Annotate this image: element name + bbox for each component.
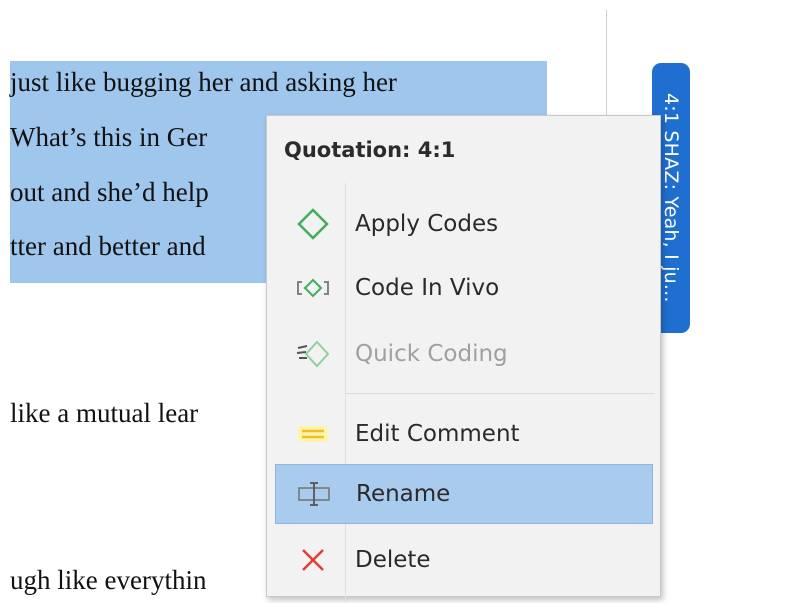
document-line: ugh like everythin bbox=[10, 565, 207, 595]
menu-item-label: Quick Coding bbox=[355, 341, 508, 367]
quotation-tab-label: 4:1 SHAZ: Yeah, I ju... bbox=[660, 93, 682, 303]
menu-item-rename[interactable]: Rename bbox=[275, 464, 653, 524]
document-line: just like bugging her and asking her bbox=[10, 67, 397, 97]
menu-item-label: Delete bbox=[355, 547, 431, 573]
menu-item-delete[interactable]: Delete bbox=[275, 530, 653, 590]
document-line: tter and better and bbox=[10, 231, 206, 261]
menu-item-label: Code In Vivo bbox=[355, 275, 500, 301]
menu-item-label: Rename bbox=[356, 481, 451, 507]
quotation-context-menu: Quotation: 4:1 Apply Codes Code In Vivo bbox=[266, 115, 661, 603]
delete-icon bbox=[285, 530, 341, 590]
menu-separator bbox=[345, 393, 655, 394]
menu-item-label: Apply Codes bbox=[355, 211, 499, 237]
code-in-vivo-icon bbox=[285, 258, 341, 318]
document-line: out and she’d help bbox=[10, 177, 209, 207]
document-line: like a mutual lear bbox=[10, 398, 199, 428]
document-line: What’s this in Ger bbox=[10, 122, 208, 152]
menu-item-edit-comment[interactable]: Edit Comment bbox=[275, 404, 653, 464]
edit-comment-icon bbox=[285, 404, 341, 464]
menu-item-apply-codes[interactable]: Apply Codes bbox=[275, 194, 653, 254]
menu-item-quick-coding[interactable]: Quick Coding bbox=[275, 324, 653, 384]
quick-coding-icon bbox=[285, 324, 341, 384]
menu-title: Quotation: 4:1 bbox=[284, 138, 456, 162]
apply-codes-icon bbox=[285, 194, 341, 254]
menu-item-label: Edit Comment bbox=[355, 421, 520, 447]
menu-item-code-in-vivo[interactable]: Code In Vivo bbox=[275, 258, 653, 318]
rename-icon bbox=[286, 464, 342, 524]
